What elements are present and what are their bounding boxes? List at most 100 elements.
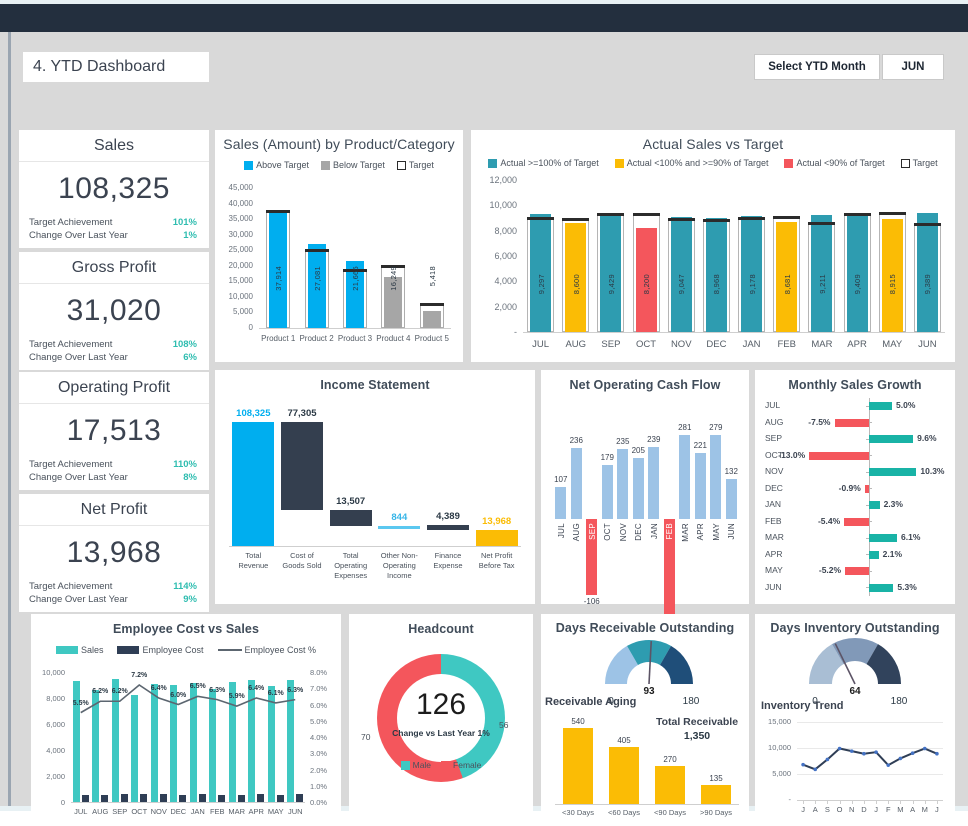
kpi-card-net-profit: Net Profit 13,968 Target Achievement 114… <box>19 494 209 612</box>
x-axis-label: DEC <box>634 523 643 541</box>
category-label: MAY <box>765 565 805 575</box>
value-bar <box>695 453 706 519</box>
x-axis-label: OCT <box>629 339 664 350</box>
bar-value-label: 9,409 <box>853 274 862 294</box>
value-bar <box>571 448 582 519</box>
kpi-metric-row: Change Over Last Year 9% <box>19 593 209 606</box>
category-label: JUL <box>765 400 805 410</box>
legend-label: Employee Cost % <box>245 645 317 655</box>
bar-value-label: 16,249 <box>389 266 398 291</box>
bar-value-label: 107 <box>549 475 573 484</box>
bar-value-label: 9,178 <box>748 274 757 294</box>
chart-title: Employee Cost vs Sales <box>31 614 341 636</box>
y-axis-tick: - <box>475 327 517 337</box>
chart-plot-area: 930180Receivable AgingTotal Receivable1,… <box>541 634 749 826</box>
chart-net-operating-cash-flow: Net Operating Cash Flow 107JUL236AUGSEP-… <box>541 370 749 604</box>
value-bar <box>726 479 737 519</box>
x-axis-label: JUL <box>523 339 558 350</box>
bar-value-label: 13,968 <box>472 516 521 527</box>
y-axis-tick: 20,000 <box>217 261 253 270</box>
x-axis-label: Product 2 <box>297 334 335 343</box>
target-marker <box>844 213 871 216</box>
category-label: AUG <box>765 417 805 427</box>
legend-item: Sales <box>56 645 104 655</box>
x-axis-line <box>259 328 451 329</box>
target-marker <box>527 217 554 220</box>
target-marker <box>703 219 730 222</box>
kpi-metric-label: Target Achievement <box>29 339 112 350</box>
chart-title: Net Operating Cash Flow <box>541 370 749 392</box>
bar-value-label: 6.1% <box>901 532 920 542</box>
value-bar <box>869 468 916 476</box>
legend-item: Male <box>401 760 431 770</box>
bar-value-label: 8,200 <box>642 274 651 294</box>
value-bar <box>710 435 721 519</box>
kpi-metric-value: 101% <box>173 217 197 228</box>
bar-value-label: 13,507 <box>326 496 375 507</box>
x-axis-label: AUG <box>572 523 581 541</box>
kpi-metric-row: Change Over Last Year 1% <box>19 229 209 242</box>
x-axis-label: Product 1 <box>259 334 297 343</box>
x-axis-label: Finance Expense <box>426 551 471 571</box>
total-receivable-title: Total Receivable <box>647 716 747 728</box>
chart-days-inventory-outstanding: Days Inventory Outstanding 640180Invento… <box>755 614 955 826</box>
y-axis-tick: 15,000 <box>217 276 253 285</box>
category-label: NOV <box>765 466 805 476</box>
legend-item: Employee Cost % <box>218 645 317 655</box>
kpi-metric-value: 9% <box>183 594 197 605</box>
value-bar <box>423 311 441 328</box>
kpi-card-sales: Sales 108,325 Target Achievement 101% Ch… <box>19 130 209 248</box>
value-bar <box>476 530 518 546</box>
kpi-metric-row: Target Achievement 101% <box>19 216 209 229</box>
legend-item: Above Target <box>244 160 309 170</box>
x-axis-label: Product 5 <box>413 334 451 343</box>
y-axis-tick: 40,000 <box>217 199 253 208</box>
y-axis-tick: 8,000 <box>475 226 517 236</box>
bar-value-label: 5.0% <box>896 400 915 410</box>
value-bar <box>869 584 893 592</box>
bar-value-label: 205 <box>627 446 651 455</box>
select-ytd-month-value[interactable]: JUN <box>882 54 944 80</box>
chart-title: Sales (Amount) by Product/Category <box>215 130 463 152</box>
chart-legend: MaleFemale <box>349 760 533 770</box>
kpi-metric-row: Change Over Last Year 8% <box>19 471 209 484</box>
target-marker <box>773 216 800 219</box>
bar-value-label: -7.5% <box>801 417 831 427</box>
x-axis-label: SEP <box>588 523 597 540</box>
bar-value-label: 235 <box>611 437 635 446</box>
x-axis-label: <90 Days <box>647 808 693 817</box>
chart-plot-area: 10,0008,0006,0004,0002,00008.0%7.0%6.0%5… <box>31 658 341 826</box>
chart-plot-area: JUL5.0%AUG-7.5%SEP9.6%OCT-13.0%NOV10.3%D… <box>755 392 955 604</box>
kpi-title: Gross Profit <box>19 252 209 284</box>
target-marker <box>914 223 941 226</box>
value-bar <box>609 747 639 804</box>
x-axis-label: MAR <box>804 339 839 350</box>
chart-sales-by-product: Sales (Amount) by Product/Category Above… <box>215 130 463 362</box>
bar-value-label: 179 <box>596 453 620 462</box>
value-bar <box>844 518 869 526</box>
donut-center-value: 126 <box>401 688 481 722</box>
value-bar <box>869 534 897 542</box>
y-axis-tick: 4,000 <box>475 276 517 286</box>
value-bar <box>378 526 420 529</box>
bar-value-label: 8,681 <box>783 274 792 294</box>
x-axis-label: MAY <box>875 339 910 350</box>
x-axis-label: APR <box>696 523 705 540</box>
bar-value-label: 279 <box>704 423 728 432</box>
legend-swatch <box>401 761 410 770</box>
value-bar <box>655 766 685 804</box>
bar-value-label: 10.3% <box>920 466 944 476</box>
bar-value-label: 9,429 <box>607 274 616 294</box>
bar-value-label: 135 <box>693 774 739 783</box>
bar-value-label: 27,081 <box>313 266 322 291</box>
x-axis-label: Other Non-Operating Income <box>377 551 422 581</box>
value-bar <box>617 449 628 520</box>
kpi-metric-value: 8% <box>183 472 197 483</box>
bar-value-label: 2.1% <box>883 549 902 559</box>
value-bar <box>648 447 659 519</box>
x-axis-label: FEB <box>769 339 804 350</box>
value-bar <box>835 419 870 427</box>
legend-label: Employee Cost <box>142 645 203 655</box>
kpi-value: 13,968 <box>19 526 209 580</box>
target-marker <box>633 213 660 216</box>
